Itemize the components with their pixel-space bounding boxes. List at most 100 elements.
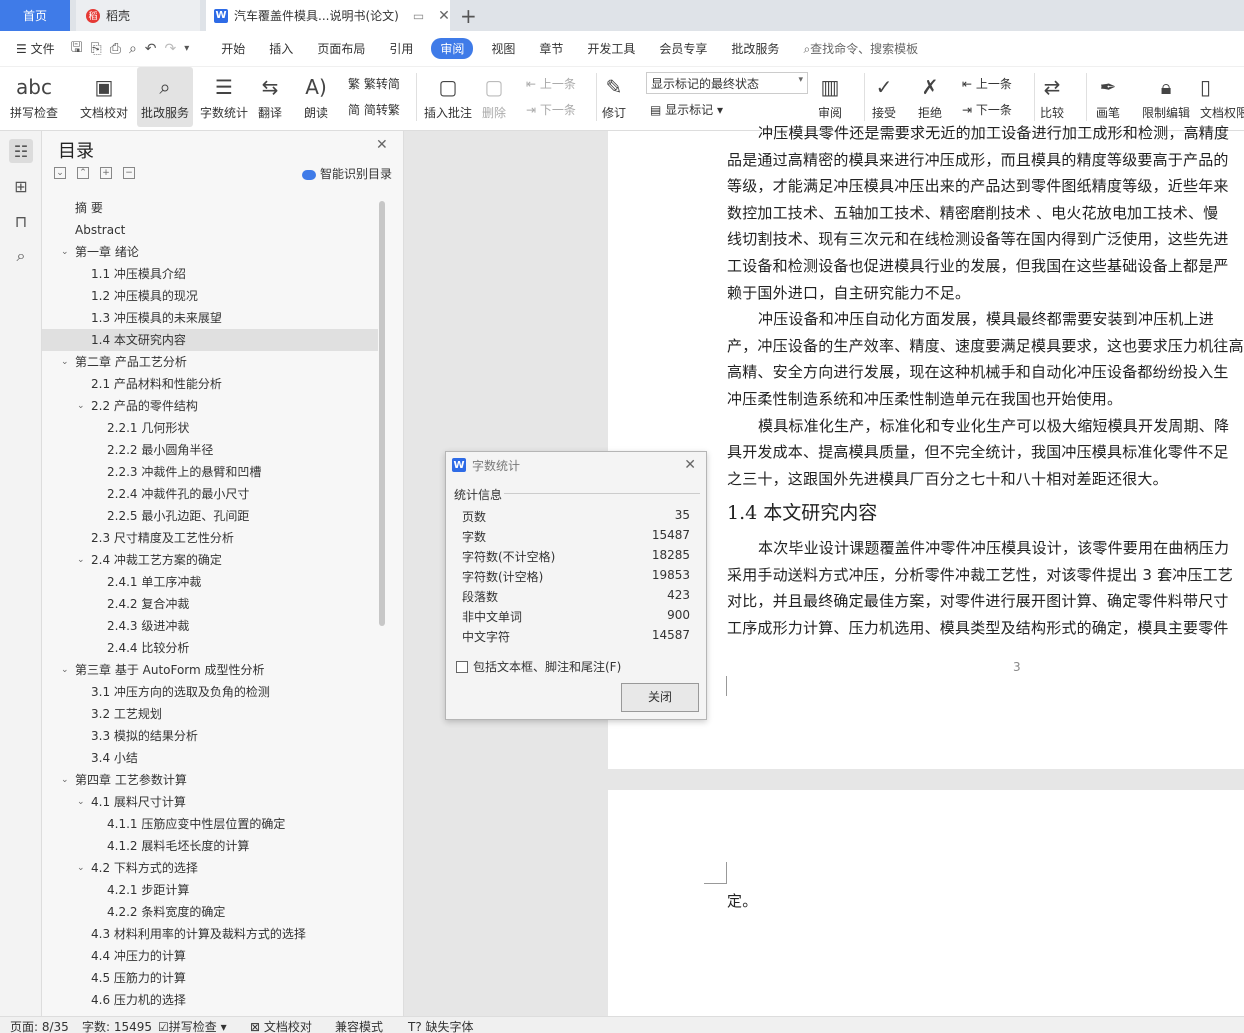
tab-pin-icon[interactable]: ▭: [413, 9, 424, 23]
simp-to-trad-button[interactable]: 简 简转繁: [348, 101, 400, 118]
delete-comment-button[interactable]: ▢ 删除: [482, 67, 506, 127]
expand-all-icon[interactable]: ⌃: [77, 167, 89, 179]
status-spell-check[interactable]: ☑拼写检查 ▾: [158, 1018, 227, 1033]
chevron-down-icon[interactable]: ⌄: [61, 351, 69, 373]
toc-item[interactable]: 2.1 产品材料和性能分析: [42, 373, 382, 395]
toc-item[interactable]: 2.2.3 冲裁件上的悬臂和凹槽: [42, 461, 382, 483]
translate-button[interactable]: ⇆ 翻译: [258, 67, 282, 127]
file-menu[interactable]: ☰ 文件: [0, 40, 67, 57]
menu-review[interactable]: 审阅: [431, 38, 474, 59]
next-comment-button[interactable]: ⇥ 下一条: [526, 101, 576, 118]
menu-review-service[interactable]: 批改服务: [719, 40, 791, 57]
search-icon[interactable]: ⌕: [9, 244, 33, 268]
toc-item[interactable]: 2.2.1 几何形状: [42, 417, 382, 439]
trad-to-simp-button[interactable]: 繁 繁转简: [348, 75, 400, 92]
word-count-button[interactable]: ☰ 字数统计: [200, 67, 248, 127]
spell-check-button[interactable]: abc 拼写检查: [10, 67, 58, 127]
toc-item[interactable]: 2.4.2 复合冲裁: [42, 593, 382, 615]
review-pane-button[interactable]: ▥ 审阅: [818, 67, 842, 127]
toc-item[interactable]: 4.1.1 压筋应变中性层位置的确定: [42, 813, 382, 835]
menu-layout[interactable]: 页面布局: [305, 40, 377, 57]
close-icon[interactable]: ✕: [376, 137, 388, 153]
menu-start[interactable]: 开始: [209, 40, 257, 57]
export-icon[interactable]: ⎘: [87, 41, 106, 57]
toc-item[interactable]: 4.5 压筋力的计算: [42, 967, 382, 989]
toc-item[interactable]: 2.2.5 最小孔边距、孔间距: [42, 505, 382, 527]
read-aloud-button[interactable]: A) 朗读: [304, 67, 328, 127]
new-tab-icon[interactable]: +: [460, 4, 477, 28]
toc-item[interactable]: ⌄ 4.2 下料方式的选择: [42, 857, 382, 879]
reject-button[interactable]: ✗ 拒绝: [918, 67, 942, 127]
tab-daoke[interactable]: 稻稻壳: [76, 0, 200, 31]
redo-icon[interactable]: ↷: [161, 41, 181, 57]
toc-item[interactable]: 3.2 工艺规划: [42, 703, 382, 725]
toc-item[interactable]: 3.4 小结: [42, 747, 382, 769]
document-page-next[interactable]: [608, 790, 1244, 1016]
include-textbox-checkbox[interactable]: 包括文本框、脚注和尾注(F): [456, 658, 621, 675]
menu-dev-tools[interactable]: 开发工具: [575, 40, 647, 57]
chevron-down-icon[interactable]: ⌄: [61, 769, 69, 791]
insert-comment-button[interactable]: ▢ 插入批注: [424, 67, 472, 127]
remove-item-icon[interactable]: −: [123, 167, 135, 179]
toc-item[interactable]: ⌄ 第三章 基于 AutoForm 成型性分析: [42, 659, 382, 681]
toc-item[interactable]: 1.1 冲压模具介绍: [42, 263, 382, 285]
prev-change-button[interactable]: ⇤ 上一条: [962, 75, 1012, 92]
chevron-down-icon[interactable]: ⌄: [77, 395, 85, 417]
print-icon[interactable]: ⎙: [106, 41, 125, 57]
toc-item[interactable]: 4.4 冲压力的计算: [42, 945, 382, 967]
toc-item[interactable]: 2.4.4 比较分析: [42, 637, 382, 659]
toc-item[interactable]: Abstract: [42, 219, 382, 241]
close-icon[interactable]: ✕: [684, 457, 696, 473]
toc-item[interactable]: 1.2 冲压模具的现况: [42, 285, 382, 307]
toc-item[interactable]: 1.3 冲压模具的未来展望: [42, 307, 382, 329]
tab-close-icon[interactable]: ✕: [438, 8, 450, 24]
chevron-down-icon[interactable]: ⌄: [61, 659, 69, 681]
prev-comment-button[interactable]: ⇤ 上一条: [526, 75, 576, 92]
toc-item[interactable]: 3.3 模拟的结果分析: [42, 725, 382, 747]
toc-panel-icon[interactable]: ☷: [9, 139, 33, 163]
toc-item[interactable]: 2.4.1 单工序冲裁: [42, 571, 382, 593]
command-search[interactable]: ⌕查找命令、搜索模板: [791, 40, 930, 57]
toc-item[interactable]: ⌄ 第一章 绪论: [42, 241, 382, 263]
bookmark-icon[interactable]: ⊓: [9, 209, 33, 233]
preview-icon[interactable]: ⌕: [125, 41, 141, 57]
add-item-icon[interactable]: +: [100, 167, 112, 179]
show-marks-button[interactable]: ▤ 显示标记 ▾: [650, 101, 723, 118]
accept-button[interactable]: ✓ 接受: [872, 67, 896, 127]
next-change-button[interactable]: ⇥ 下一条: [962, 101, 1012, 118]
toc-item[interactable]: 4.2.1 步距计算: [42, 879, 382, 901]
word-count-indicator[interactable]: 字数: 15495: [82, 1018, 152, 1033]
toc-item[interactable]: 4.3 材料利用率的计算及裁料方式的选择: [42, 923, 382, 945]
toc-item[interactable]: 2.3 尺寸精度及工艺性分析: [42, 527, 382, 549]
close-button[interactable]: 关闭: [621, 683, 699, 712]
mark-state-select[interactable]: 显示标记的最终状态 ▾: [646, 72, 808, 94]
quick-access-more-icon[interactable]: ▾: [180, 43, 193, 54]
pen-button[interactable]: ✒ 画笔: [1096, 67, 1120, 127]
menu-insert[interactable]: 插入: [257, 40, 305, 57]
compare-button[interactable]: ⇄ 比较: [1040, 67, 1064, 127]
restrict-edit-button[interactable]: 🔒︎ 限制编辑: [1142, 67, 1190, 127]
toc-item[interactable]: 3.1 冲压方向的选取及负角的检测: [42, 681, 382, 703]
toc-item[interactable]: 4.6 压力机的选择: [42, 989, 382, 1011]
menu-member[interactable]: 会员专享: [647, 40, 719, 57]
toc-item[interactable]: 2.2.4 冲裁件孔的最小尺寸: [42, 483, 382, 505]
toc-item[interactable]: ⌄ 第四章 工艺参数计算: [42, 769, 382, 791]
status-doc-check[interactable]: ⊠ 文档校对: [250, 1018, 312, 1033]
toc-item[interactable]: ⌄ 2.2 产品的零件结构: [42, 395, 382, 417]
toc-item[interactable]: 2.2.2 最小圆角半径: [42, 439, 382, 461]
structure-icon[interactable]: ⊞: [9, 174, 33, 198]
chevron-down-icon[interactable]: ⌄: [77, 791, 85, 813]
save-icon[interactable]: 🖫: [67, 37, 87, 61]
collapse-all-icon[interactable]: ⌄: [54, 167, 66, 179]
toc-item[interactable]: ⌄ 2.4 冲裁工艺方案的确定: [42, 549, 382, 571]
page-indicator[interactable]: 页面: 8/35: [10, 1018, 69, 1033]
undo-icon[interactable]: ↶: [141, 41, 161, 57]
tab-document[interactable]: W 汽车覆盖件模具...说明书(论文) ▭ ✕: [206, 0, 450, 31]
toc-item[interactable]: 1.4 本文研究内容: [42, 329, 378, 351]
toc-item[interactable]: ⌄ 第二章 产品工艺分析: [42, 351, 382, 373]
smart-toc-button[interactable]: 智能识别目录: [302, 165, 392, 182]
toc-scrollbar[interactable]: [379, 201, 385, 626]
toc-item[interactable]: ⌄ 4.1 展料尺寸计算: [42, 791, 382, 813]
toc-item[interactable]: 4.1.2 展料毛坯长度的计算: [42, 835, 382, 857]
doc-check-button[interactable]: ▣ 文档校对: [80, 67, 128, 127]
